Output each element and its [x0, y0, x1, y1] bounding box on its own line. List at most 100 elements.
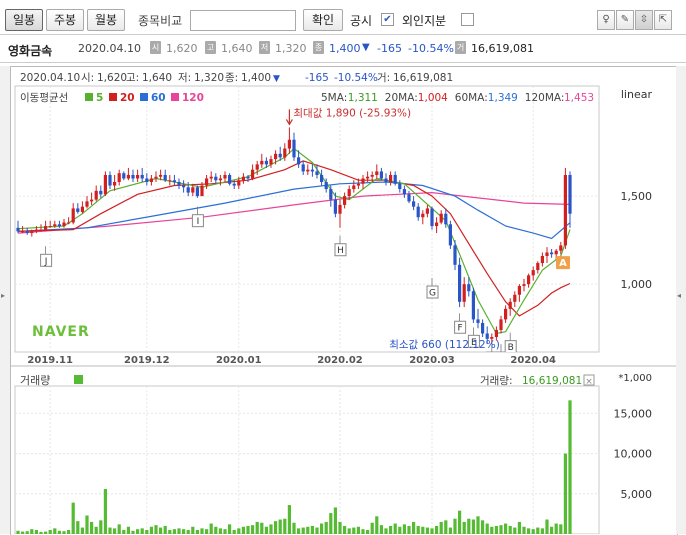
volume-bar — [117, 524, 121, 534]
candle-body — [347, 189, 351, 197]
candle-body — [278, 153, 282, 158]
x-tick-label: 2020.01 — [216, 355, 262, 366]
signal-badge-label: A — [559, 258, 567, 269]
candle-body — [361, 178, 365, 184]
y-tick-label: 1,000 — [621, 278, 653, 291]
candle-body — [559, 245, 563, 251]
candle-body — [343, 196, 347, 205]
candle-body — [453, 245, 457, 265]
candle-body — [205, 178, 209, 186]
volume-bar — [195, 529, 199, 534]
candle-body — [191, 187, 195, 193]
candle-body — [186, 187, 190, 193]
candle-body — [338, 204, 342, 214]
candle-body — [384, 178, 388, 183]
volume-bar — [531, 529, 535, 534]
scale-label[interactable]: linear — [621, 88, 653, 101]
volume-bar — [527, 528, 531, 534]
volume-bar — [384, 528, 388, 534]
volume-bar — [504, 523, 508, 534]
candle-body — [448, 224, 452, 246]
volume-bar — [264, 526, 268, 534]
ma-values: 5MA: 1,311 20MA: 1,004 60MA: 1,349 120MA: 1,453 — [321, 92, 594, 104]
candle-body — [435, 222, 439, 227]
candle-body — [177, 182, 181, 186]
volume-bar — [103, 488, 107, 534]
candle-body — [232, 183, 236, 186]
candle-body — [57, 224, 61, 227]
volume-bar — [200, 528, 204, 534]
candle-body — [90, 199, 94, 202]
candle-body — [218, 178, 222, 181]
candle-body — [16, 227, 20, 232]
volume-bar — [306, 526, 310, 534]
candle-body — [554, 250, 558, 255]
volume-last-value: 16,619,081 — [522, 375, 582, 387]
candle-body — [301, 164, 305, 172]
candle-body — [494, 329, 498, 338]
volume-bar — [218, 528, 222, 534]
volume-bar — [329, 513, 333, 534]
volume-bar — [366, 529, 370, 534]
volume-bar — [421, 526, 425, 534]
candle-body — [444, 213, 448, 225]
candle-body — [25, 231, 29, 234]
volume-bar — [30, 529, 34, 534]
candle-body — [241, 176, 245, 181]
candle-body — [154, 176, 158, 179]
candle-body — [122, 173, 126, 179]
candle-body — [159, 174, 163, 177]
price-y-ticks: 1,000 1,500 — [621, 190, 653, 291]
candle-body — [517, 285, 521, 295]
marker-label: H — [337, 246, 344, 256]
hdr-low-label: 저: — [178, 72, 191, 84]
volume-bar — [361, 529, 365, 534]
candle-body — [370, 174, 374, 177]
volume-bar — [53, 528, 57, 534]
volume-bar — [462, 521, 466, 534]
candle-body — [527, 275, 531, 285]
marker-label: G — [429, 289, 436, 299]
min-annotation: 최소값 660 (112.12%) — [389, 339, 500, 351]
volume-bar — [508, 525, 512, 534]
hdr-change: -165 — [305, 72, 329, 84]
candle-body — [481, 322, 485, 334]
volume-bar — [559, 524, 563, 534]
candle-body — [255, 164, 259, 170]
volume-bar — [416, 525, 420, 534]
volume-bar — [467, 518, 471, 534]
candle-body — [398, 183, 402, 190]
candle-body — [430, 208, 434, 227]
volume-bar — [448, 527, 452, 534]
volume-bar — [347, 528, 351, 534]
volume-bar — [435, 525, 439, 534]
candle-body — [283, 148, 287, 158]
candle-body — [485, 333, 489, 339]
volume-bar — [80, 527, 84, 534]
candle-body — [499, 319, 503, 330]
ma-value-label: 120MA: — [525, 92, 565, 104]
candle-body — [513, 294, 517, 302]
volume-bar — [154, 525, 158, 534]
volume-bar — [310, 525, 314, 534]
x-tick-label: 2020.03 — [409, 355, 455, 366]
volume-bar — [168, 529, 172, 534]
candle-body — [329, 189, 333, 200]
volume-bar — [315, 527, 319, 534]
candle-body — [209, 176, 213, 179]
candle-body — [223, 174, 227, 179]
candle-body — [389, 174, 393, 183]
candle-body — [550, 252, 554, 255]
volume-tick-label: 10,000 — [614, 448, 653, 461]
volume-bar — [563, 453, 567, 534]
volume-bar — [444, 520, 448, 534]
volume-bar — [48, 529, 52, 534]
volume-bar — [283, 518, 287, 534]
volume-bar — [540, 528, 544, 534]
volume-bar — [223, 529, 227, 534]
ma-value-label: 60MA: — [455, 92, 488, 104]
volume-bar — [232, 529, 236, 534]
volume-bar — [398, 526, 402, 534]
hdr-volume-label: 거: — [377, 72, 390, 84]
volume-bar — [163, 525, 167, 534]
